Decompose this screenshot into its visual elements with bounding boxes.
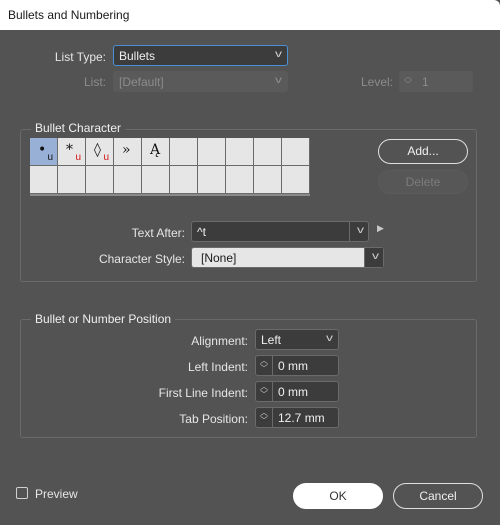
level-spinner[interactable]: ︿ ﹀ 1 — [399, 71, 473, 92]
glyph-cell-asterisk[interactable]: * u — [58, 138, 86, 166]
stepper-arrows-icon[interactable]: ︿ ﹀ — [256, 408, 273, 427]
first-line-indent-spinner[interactable]: ︿ ﹀ 0 mm — [255, 381, 339, 402]
glyph-cell-empty[interactable] — [86, 166, 114, 194]
character-style-value: [None] — [201, 251, 237, 265]
tab-position-label: Tab Position: — [179, 412, 248, 426]
add-button[interactable]: Add... — [378, 139, 468, 164]
first-line-indent-label: First Line Indent: — [158, 386, 248, 400]
glyph-cell-lozenge[interactable]: ◊ u — [86, 138, 114, 166]
cancel-button[interactable]: Cancel — [393, 483, 483, 509]
alignment-label: Alignment: — [191, 334, 248, 348]
text-after-label: Text After: — [131, 226, 185, 240]
glyph-cell-empty[interactable] — [170, 166, 198, 194]
glyph-cell-empty[interactable] — [254, 166, 282, 194]
glyph-cell-empty[interactable] — [58, 166, 86, 194]
glyph-cell-guillemet[interactable]: » — [114, 138, 142, 166]
text-after-dropdown[interactable]: v — [349, 222, 368, 241]
level-value: 1 — [422, 75, 429, 89]
preview-checkbox[interactable] — [16, 487, 28, 499]
glyph: Ą — [150, 142, 161, 158]
tab-position-value[interactable]: 12.7 mm — [278, 411, 325, 425]
first-line-indent-value[interactable]: 0 mm — [278, 385, 308, 399]
glyph: • — [38, 142, 47, 158]
level-label: Level: — [360, 75, 393, 89]
glyph-cell-empty[interactable] — [198, 138, 226, 166]
alignment-value: Left — [261, 333, 282, 347]
bullet-character-title: Bullet Character — [31, 121, 126, 135]
chevron-down-icon: v — [275, 75, 282, 86]
glyph: ◊ — [94, 142, 101, 158]
window-title: Bullets and Numbering — [8, 8, 130, 22]
bullet-glyph-grid: • u * u ◊ u » Ą — [30, 138, 310, 196]
glyph-cell-empty[interactable] — [226, 138, 254, 166]
left-indent-label: Left Indent: — [187, 360, 248, 374]
character-style-label: Character Style: — [98, 252, 185, 266]
glyph-cell-empty[interactable] — [170, 138, 198, 166]
glyph-cell-empty[interactable] — [114, 166, 142, 194]
list-select[interactable]: [Default] v — [113, 71, 288, 92]
glyph: » — [122, 142, 131, 158]
unicode-mark: u — [47, 152, 53, 163]
preview-label[interactable]: Preview — [35, 487, 78, 501]
chevron-down-icon: v — [357, 225, 364, 236]
list-type-value: Bullets — [119, 49, 156, 63]
list-value: [Default] — [119, 75, 164, 89]
unicode-mark: u — [75, 152, 81, 163]
glyph-cell-empty[interactable] — [282, 138, 310, 166]
glyph-cell-a-ogonek[interactable]: Ą — [142, 138, 170, 166]
position-group-title: Bullet or Number Position — [31, 312, 176, 326]
ok-button[interactable]: OK — [293, 483, 383, 509]
alignment-select[interactable]: Left v — [255, 329, 339, 350]
left-indent-value[interactable]: 0 mm — [278, 359, 308, 373]
delete-button[interactable]: Delete — [378, 170, 468, 194]
character-style-dropdown[interactable]: v — [364, 248, 383, 267]
glyph-cell-empty[interactable] — [198, 166, 226, 194]
stepper-arrows-icon[interactable]: ︿ ﹀ — [256, 356, 273, 375]
glyph: * — [66, 142, 73, 158]
special-characters-menu-icon[interactable]: ▶ — [377, 223, 384, 234]
unicode-mark: u — [103, 152, 109, 163]
glyph-cell-empty[interactable] — [226, 166, 254, 194]
stepper-arrows-icon[interactable]: ︿ ﹀ — [256, 382, 273, 401]
list-type-select[interactable]: Bullets v — [113, 45, 288, 66]
glyph-cell-empty[interactable] — [282, 166, 310, 194]
glyph-cell-empty[interactable] — [30, 166, 58, 194]
chevron-down-icon: v — [275, 49, 282, 60]
text-after-combo[interactable]: ^t v — [191, 221, 369, 242]
text-after-value: ^t — [197, 225, 206, 239]
chevron-down-icon: v — [326, 333, 333, 344]
glyph-cell-bullet[interactable]: • u — [30, 138, 58, 166]
character-style-select[interactable]: [None] v — [191, 247, 384, 268]
glyph-cell-empty[interactable] — [254, 138, 282, 166]
glyph-cell-empty[interactable] — [142, 166, 170, 194]
chevron-down-icon: v — [372, 251, 379, 262]
tab-position-spinner[interactable]: ︿ ﹀ 12.7 mm — [255, 407, 339, 428]
window-title-bar: Bullets and Numbering — [0, 0, 500, 30]
position-group — [20, 319, 477, 438]
list-label: List: — [83, 75, 106, 89]
stepper-arrows-icon[interactable]: ︿ ﹀ — [400, 72, 417, 91]
left-indent-spinner[interactable]: ︿ ﹀ 0 mm — [255, 355, 339, 376]
list-type-label: List Type: — [54, 50, 106, 64]
